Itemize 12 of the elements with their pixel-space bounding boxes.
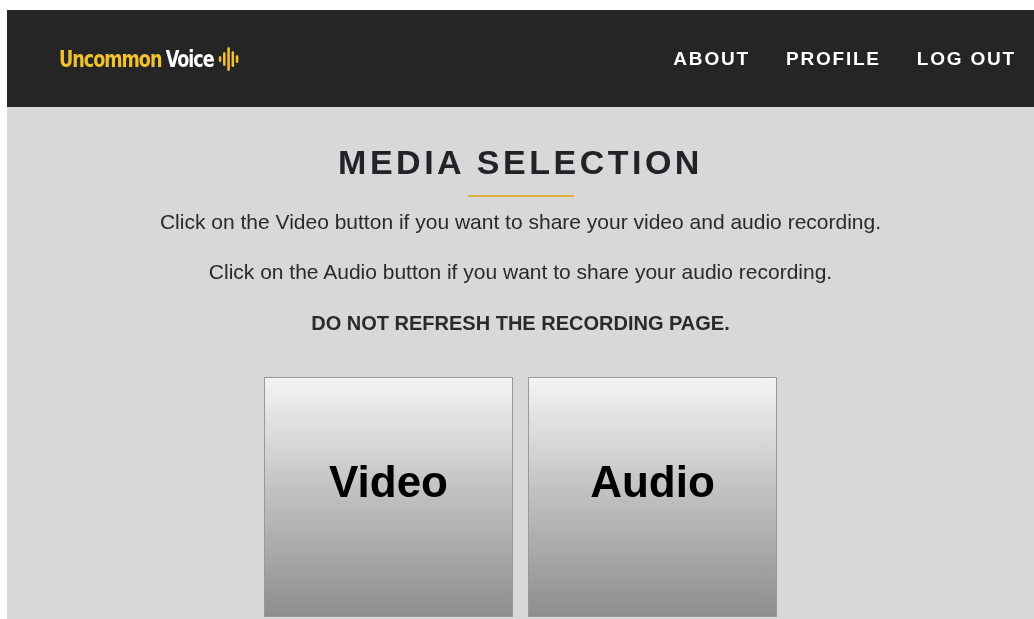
sound-wave-icon xyxy=(217,45,240,72)
nav-link[interactable]: ABOUT xyxy=(673,47,750,70)
logo-text: Voice xyxy=(165,45,214,72)
instruction-text: Click on the Audio button if you want to share your audio recording. xyxy=(208,260,833,284)
warning-text: DO NOT REFRESH THE RECORDING PAGE. xyxy=(311,312,730,335)
media-button[interactable]: Video xyxy=(264,377,513,617)
logo-text: Uncommon xyxy=(59,45,162,72)
instruction-text: Click on the Video button if you want to share your video and audio recording. xyxy=(159,210,882,234)
media-button[interactable]: Audio xyxy=(528,377,777,617)
page-title: MEDIA SELECTION xyxy=(338,143,703,182)
nav-link[interactable]: LOG OUT xyxy=(916,47,1016,70)
nav-link[interactable]: PROFILE xyxy=(785,47,881,70)
